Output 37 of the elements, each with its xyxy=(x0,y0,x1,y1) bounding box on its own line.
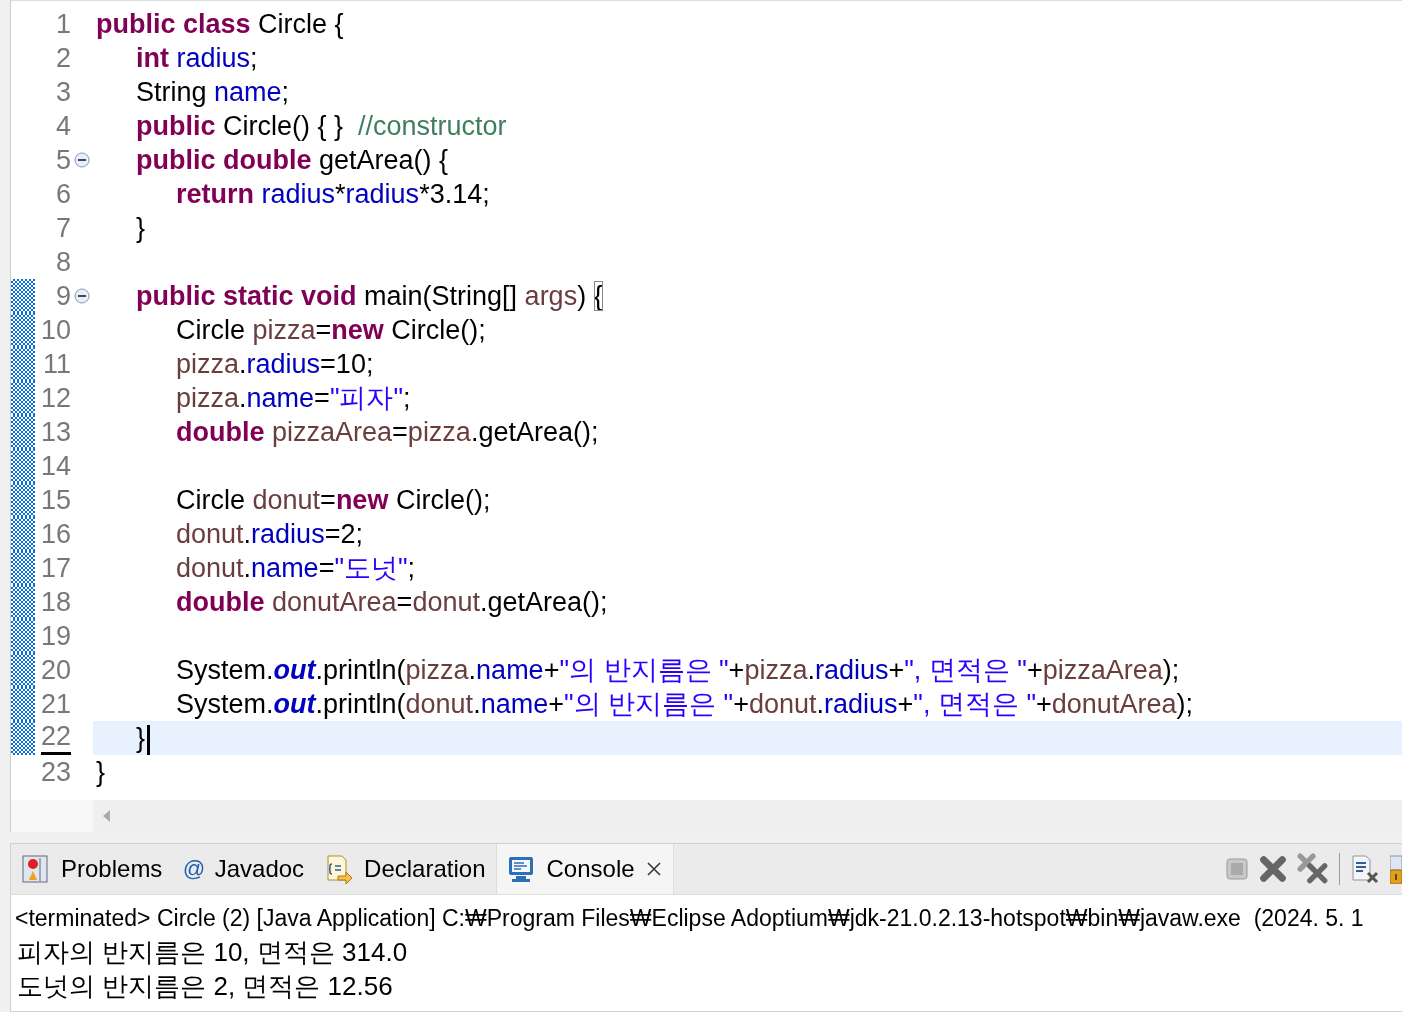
code-line: donut.name="도넛"; xyxy=(175,553,416,583)
code-line: donut.radius=2; xyxy=(175,519,363,549)
problems-icon xyxy=(21,854,51,884)
view-tab[interactable]: Declaration xyxy=(314,844,496,894)
code-line: public class Circle { xyxy=(95,9,344,39)
code-line: Circle pizza=new Circle(); xyxy=(175,315,486,345)
code-line: Circle donut=new Circle(); xyxy=(175,485,491,515)
console-output-line: 도넛의 반지름은 2, 면적은 12.56 xyxy=(16,970,394,1003)
code-line: int radius; xyxy=(135,43,258,73)
code-line: double pizzaArea=pizza.getArea(); xyxy=(175,417,599,447)
remove-icon[interactable] xyxy=(1259,855,1287,883)
view-tab[interactable]: @ Javadoc xyxy=(172,844,315,894)
collapse-icon[interactable] xyxy=(74,288,90,304)
close-icon[interactable] xyxy=(644,860,663,878)
code-line: return radius*radius*3.14; xyxy=(175,179,490,209)
code-line: public Circle() { } //constructor xyxy=(135,111,507,141)
code-line: pizza.radius=10; xyxy=(175,349,374,379)
console-header: <terminated> Circle (2) [Java Application] C:₩Program Files₩Eclipse Adoptium₩jdk-21.0.2.13-hotspot₩bin₩javaw.exe (2024. 5. 1 xyxy=(14,904,1365,933)
clear-console-icon[interactable] xyxy=(1350,854,1380,884)
code-line: } xyxy=(93,723,151,753)
text-cursor xyxy=(147,724,151,755)
view-tab[interactable]: Problems xyxy=(11,844,173,894)
code-line: System.out.println(pizza.name+"의 반지름은 "+pizza.radius+", 면적은 "+pizzaArea); xyxy=(175,655,1180,685)
code-line: System.out.println(donut.name+"의 반지름은 "+donut.radius+", 면적은 "+donutArea); xyxy=(175,689,1193,719)
scroll-lock-icon[interactable] xyxy=(1390,854,1402,884)
code-line: double donutArea=donut.getArea(); xyxy=(175,587,608,617)
code-line: public double getArea() { xyxy=(135,145,449,175)
code-line: } xyxy=(95,757,106,787)
remove-all-icon[interactable] xyxy=(1297,853,1329,885)
console-output-line: 피자의 반지름은 10, 면적은 314.0 xyxy=(16,936,409,969)
declaration-icon xyxy=(324,854,355,884)
view-tab[interactable]: Console xyxy=(495,844,674,894)
code-line: pizza.name="피자"; xyxy=(175,383,411,413)
code-line: String name; xyxy=(135,77,290,107)
at-sign-icon: @ xyxy=(182,856,205,882)
collapse-icon[interactable] xyxy=(74,152,90,168)
code-line: } xyxy=(135,213,146,243)
